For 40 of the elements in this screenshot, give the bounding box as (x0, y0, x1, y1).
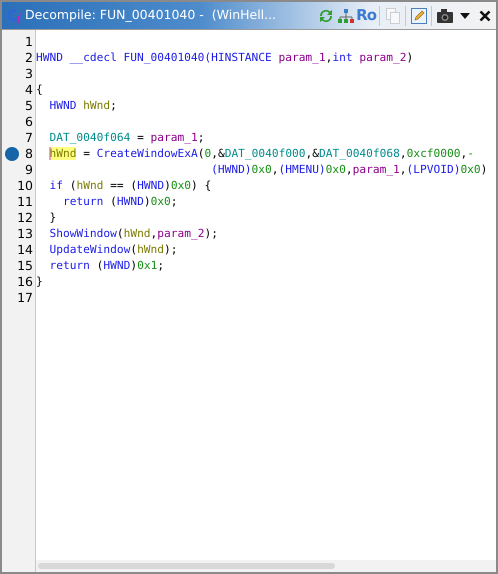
line-number: 11 (17, 194, 33, 210)
line-number: 3 (25, 66, 33, 82)
pencil-edit-icon (410, 6, 428, 24)
code-line: HWND __cdecl FUN_00401040(HINSTANCE param_1,int param_2) (36, 51, 414, 64)
code-line: (HWND)0x0,(HMENU)0x0,param_1,(LPVOID)0x0) (210, 163, 488, 176)
code-line: return (HWND)0x0; (62, 195, 178, 208)
code-line: ShowWindow(hWnd,param_2); (48, 227, 218, 240)
code-line: } (36, 275, 43, 288)
line-number: 9 (25, 162, 33, 178)
line-number: 4 (25, 82, 33, 98)
code-line: return (HWND)0x1; (48, 259, 164, 272)
camera-icon (436, 8, 454, 24)
code-line: HWND hWnd; (48, 99, 117, 112)
line-number: 2 (25, 50, 33, 66)
horizontal-scrollbar[interactable] (38, 563, 335, 569)
breakpoint-marker[interactable] (5, 147, 19, 161)
line-number: 16 (17, 274, 33, 290)
line-number: 12 (17, 210, 33, 226)
read-only-button[interactable]: Ro (356, 4, 376, 26)
line-number: 7 (25, 130, 33, 146)
close-icon (478, 10, 490, 22)
line-number: 17 (17, 290, 33, 306)
line-number: 14 (17, 242, 33, 258)
line-number: 1 (25, 34, 33, 50)
code-line: { (36, 83, 43, 96)
line-number: 5 (25, 98, 33, 114)
line-number: 13 (17, 226, 33, 242)
line-number: 10 (17, 178, 33, 194)
code-line: if (hWnd == (HWND)0x0) { (48, 179, 212, 192)
code-line: DAT_0040f064 = param_1; (48, 131, 204, 144)
line-number: 15 (17, 258, 33, 274)
line-number: 6 (25, 114, 33, 130)
line-number: 8 (25, 146, 33, 162)
dropdown-icon (458, 12, 470, 20)
decompiler-icon (7, 8, 21, 24)
code-line: UpdateWindow(hWnd); (48, 243, 178, 256)
window-title: Decompile: FUN_00401040 - (WinHell... (25, 6, 276, 24)
code-line: } (48, 211, 56, 224)
copy-icon (384, 6, 402, 24)
node-graph-icon (336, 8, 355, 24)
